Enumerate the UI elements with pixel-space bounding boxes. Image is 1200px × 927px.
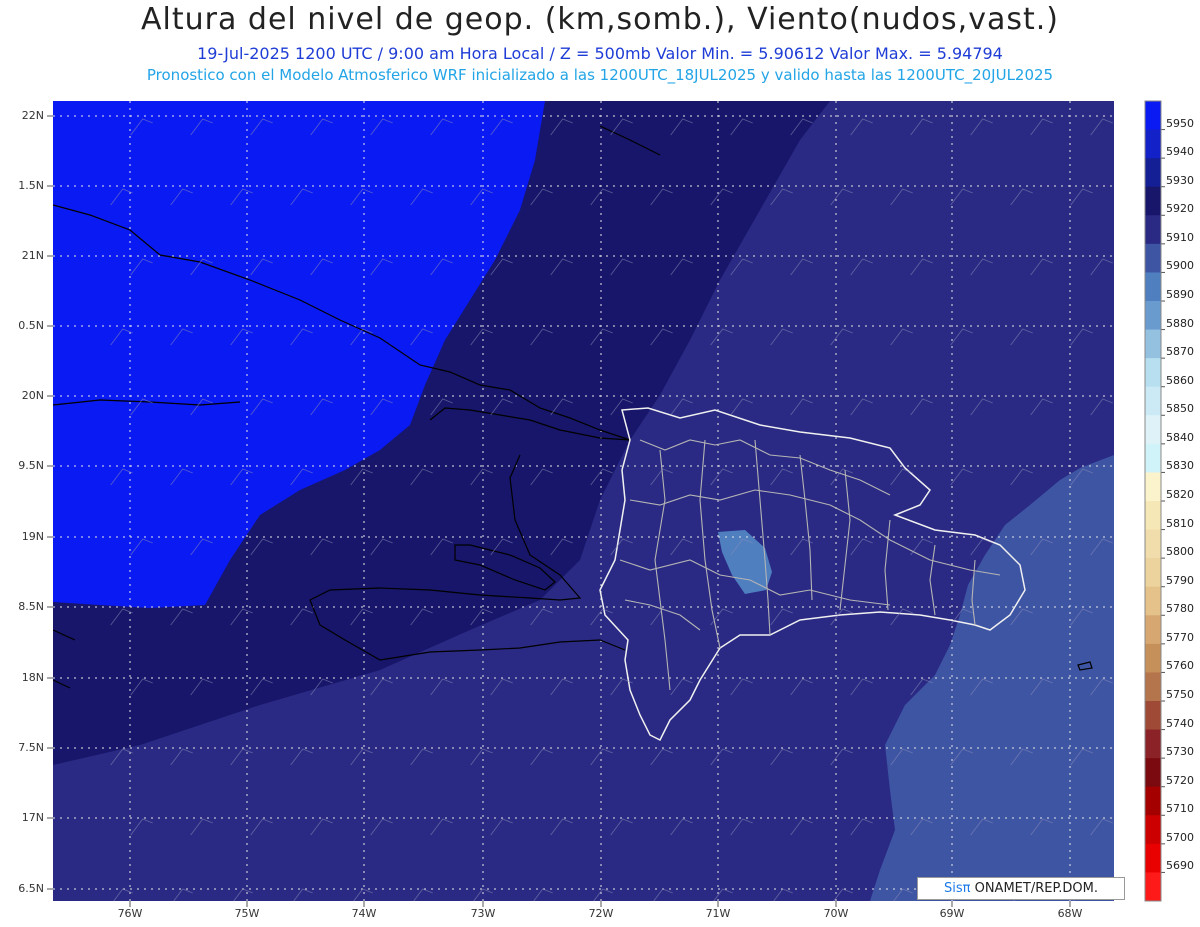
colorbar-level-label: 5830 — [1166, 459, 1194, 473]
colorbar-swatch — [1145, 215, 1161, 245]
colorbar-swatch — [1145, 758, 1161, 788]
colorbar-swatch — [1145, 101, 1161, 131]
colorbar-swatch — [1145, 815, 1161, 845]
colorbar-level-label: 5850 — [1166, 402, 1194, 416]
colorbar-level-label: 5700 — [1166, 830, 1194, 844]
colorbar-level-label: 5780 — [1166, 602, 1194, 616]
colorbar-level-label: 5840 — [1166, 430, 1194, 444]
colorbar-level-label: 5860 — [1166, 373, 1194, 387]
colorbar-swatch — [1145, 558, 1161, 588]
latitude-label: 9.5N — [18, 459, 44, 472]
colorbar-swatch — [1145, 615, 1161, 645]
colorbar-swatch — [1145, 415, 1161, 445]
longitude-label: 75W — [234, 907, 260, 920]
colorbar-level-label: 5710 — [1166, 802, 1194, 816]
colorbar-swatch — [1145, 329, 1161, 359]
colorbar-swatch — [1145, 786, 1161, 816]
credit-text: ONAMET/REP.DOM. — [970, 881, 1098, 896]
latitude-label: 1.5N — [18, 179, 44, 192]
colorbar-swatch — [1145, 872, 1161, 902]
map-plot-area — [53, 101, 1114, 901]
latitude-label: 17N — [21, 811, 44, 824]
latitude-label: 19N — [21, 530, 44, 543]
colorbar-level-label: 5730 — [1166, 745, 1194, 759]
colorbar-level-label: 5900 — [1166, 259, 1194, 273]
colorbar-level-label: 5790 — [1166, 573, 1194, 587]
longitude-label: 69W — [939, 907, 965, 920]
colorbar-swatch — [1145, 158, 1161, 188]
colorbar-swatch — [1145, 443, 1161, 473]
latitude-label: 21N — [21, 249, 44, 262]
colorbar-level-label: 5940 — [1166, 145, 1194, 159]
colorbar-swatch — [1145, 472, 1161, 502]
latitude-label: 6.5N — [18, 882, 44, 895]
colorbar-level-label: 5760 — [1166, 659, 1194, 673]
colorbar-swatch — [1145, 529, 1161, 559]
colorbar-swatch — [1145, 358, 1161, 388]
colorbar-level-label: 5750 — [1166, 688, 1194, 701]
longitude-label: 74W — [351, 907, 377, 920]
credit-box: Sisπ ONAMET/REP.DOM. — [917, 877, 1125, 900]
colorbar-swatch — [1145, 672, 1161, 702]
latitude-label: 22N — [21, 109, 44, 122]
forecast-map-figure: Altura del nivel de geop. (km,somb.), Vi… — [0, 0, 1200, 927]
latitude-label: 0.5N — [18, 319, 44, 332]
colorbar-level-label: 5910 — [1166, 230, 1194, 244]
longitude-label: 70W — [823, 907, 849, 920]
credit-brand: Sisπ — [944, 881, 971, 896]
latitude-label: 20N — [21, 389, 44, 402]
colorbar-level-label: 5820 — [1166, 488, 1194, 501]
colorbar-swatch — [1145, 243, 1161, 273]
longitude-label: 72W — [588, 907, 614, 920]
colorbar-swatch — [1145, 586, 1161, 616]
colorbar-level-label: 5950 — [1166, 116, 1194, 130]
colorbar-level-label: 5690 — [1166, 859, 1194, 873]
longitude-label: 76W — [117, 907, 143, 920]
colorbar-level-label: 5810 — [1166, 516, 1194, 530]
colorbar-swatch — [1145, 643, 1161, 673]
colorbar — [1145, 101, 1165, 902]
geopotential-map — [47, 100, 1165, 907]
colorbar-level-label: 5920 — [1166, 202, 1194, 216]
colorbar-level-label: 5870 — [1166, 345, 1194, 359]
colorbar-swatch — [1145, 843, 1161, 873]
colorbar-swatch — [1145, 729, 1161, 759]
colorbar-level-label: 5890 — [1166, 288, 1194, 301]
colorbar-level-label: 5930 — [1166, 173, 1194, 187]
colorbar-swatch — [1145, 301, 1161, 331]
longitude-label: 71W — [705, 907, 731, 920]
colorbar-level-label: 5770 — [1166, 630, 1194, 644]
longitude-label: 73W — [470, 907, 496, 920]
colorbar-swatch — [1145, 501, 1161, 531]
colorbar-level-label: 5880 — [1166, 316, 1194, 330]
colorbar-swatch — [1145, 272, 1161, 302]
longitude-label: 68W — [1057, 907, 1083, 920]
colorbar-swatch — [1145, 186, 1161, 216]
latitude-label: 8.5N — [18, 600, 44, 613]
colorbar-level-label: 5800 — [1166, 545, 1194, 559]
colorbar-swatch — [1145, 386, 1161, 416]
latitude-label: 18N — [21, 671, 44, 684]
colorbar-level-label: 5740 — [1166, 716, 1194, 730]
colorbar-swatch — [1145, 701, 1161, 731]
colorbar-swatch — [1145, 129, 1161, 159]
latitude-label: 7.5N — [18, 741, 44, 754]
colorbar-level-label: 5720 — [1166, 773, 1194, 787]
